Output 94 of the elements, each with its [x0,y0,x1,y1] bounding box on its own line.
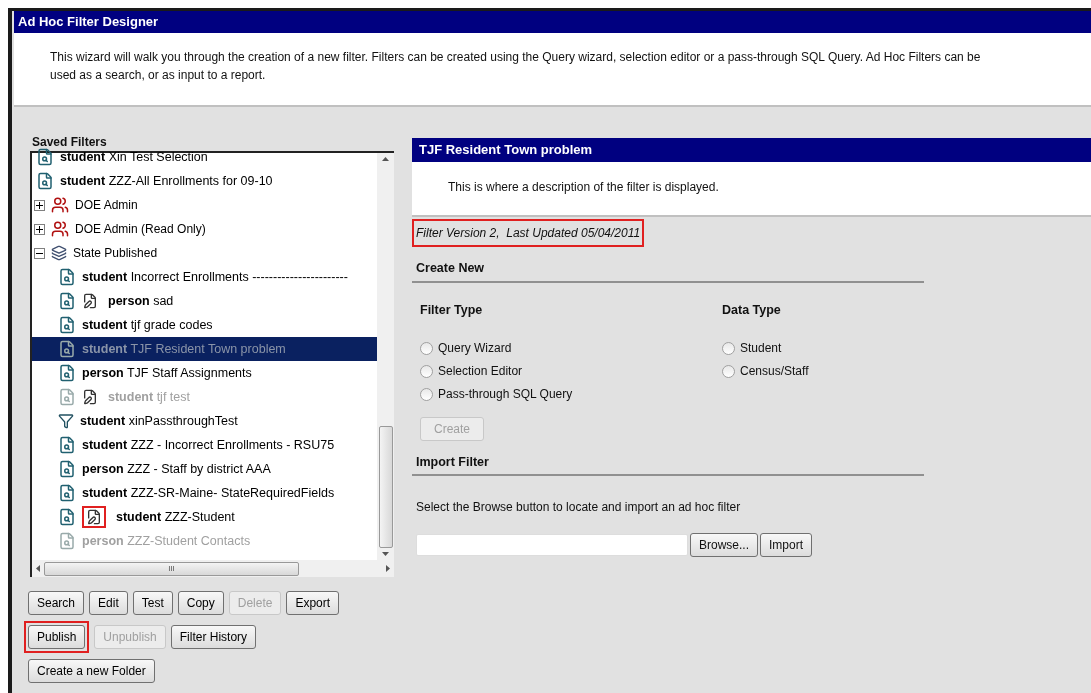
tree-item[interactable]: student Incorrect Enrollments ----------------------- [32,265,377,289]
tree-item[interactable]: State Published [32,241,377,265]
people-icon [51,196,69,214]
scroll-down-icon[interactable] [382,552,389,556]
scroll-right-icon[interactable] [386,565,390,572]
filter-name: student TJF Resident Town problem [82,340,286,358]
filter-name: student ZZZ-All Enrollments for 09-10 [60,172,273,190]
stacked-windows-icon [51,245,67,261]
action-button[interactable]: Export [286,591,340,615]
magnifier-document-icon [58,436,76,454]
magnifier-document-icon [58,340,76,358]
action-button[interactable]: Test [132,591,173,615]
import-button[interactable]: Import [760,533,813,558]
tree-item[interactable]: person TJF Staff Assignments [32,361,377,385]
magnifier-document-icon [58,388,76,406]
section-heading: Import Filter [412,452,924,477]
people-icon [51,220,69,238]
filter-name: person sad [107,292,174,310]
tree-item[interactable]: person ZZZ - Staff by district AAA [32,457,377,481]
magnifier-document-icon [58,316,76,334]
group-label: Data Type [722,301,782,319]
scroll-thumb[interactable]: III [44,561,299,576]
collapse-toggle[interactable] [34,247,45,259]
magnifier-document-icon [58,532,76,550]
scroll-left-icon[interactable] [36,565,40,572]
tree-item[interactable]: student ZZZ-All Enrollments for 09-10 [32,169,377,193]
edit-document-icon [86,509,102,525]
magnifier-document-icon [58,268,76,286]
tree-item[interactable]: student xinPassthroughTest [32,409,377,433]
version-text: Filter Version 2, Last Updated 05/04/2011 [412,219,645,247]
folder-name: DOE Admin (Read Only) [75,221,206,238]
filter-name: student ZZZ - Incorrect Enrollments - RSU75 [82,436,335,454]
scroll-thumb[interactable] [378,426,393,548]
tree-item[interactable]: DOE Admin [32,193,377,217]
radio-button[interactable] [722,364,735,378]
filter-name: student xinPassthroughTest [80,412,238,430]
scroll-up-icon[interactable] [382,157,389,161]
radio-button[interactable] [722,341,735,355]
funnel-icon [58,413,74,429]
vertical-scrollbar[interactable] [377,153,394,560]
tree-item[interactable]: student TJF Resident Town problem [32,337,377,361]
radio-button[interactable] [420,364,433,378]
radio-label: Census/Staff [740,363,809,380]
tree-item[interactable]: student ZZZ-Student [32,505,377,529]
file-path-field[interactable] [416,534,688,557]
action-button[interactable]: Copy [177,591,224,615]
group-label: Filter Type [420,301,484,319]
filter-name: student tjf grade codes [82,316,213,334]
filter-name: person TJF Staff Assignments [82,364,252,382]
browse-button[interactable]: Browse... [690,533,758,558]
action-button[interactable]: Search [28,591,85,615]
magnifier-document-icon [58,364,76,382]
action-button[interactable]: Filter History [170,625,257,649]
tree-item[interactable]: student tjf grade codes [32,313,377,337]
radio-label: Selection Editor [438,363,523,380]
tree-item[interactable]: student ZZZ - Incorrect Enrollments - RSU75 [32,433,377,457]
tree-item[interactable]: DOE Admin (Read Only) [32,217,377,241]
filter-name: student ZZZ-Student [115,508,235,526]
tree-item[interactable]: student ZZZ-SR-Maine- StateRequiredFields [32,481,377,505]
folder-name: DOE Admin [75,197,138,214]
panel-title: TJF Resident Town problem [412,138,1091,162]
magnifier-document-icon [58,484,76,502]
radio-button[interactable] [420,341,433,355]
magnifier-document-icon [58,508,76,526]
edit-document-icon [82,389,98,405]
expand-toggle[interactable] [34,199,45,211]
description-text: This is where a description of the filter is displayed. [448,179,720,196]
filter-name: person ZZZ-Student Contacts [82,532,251,550]
section-heading: Create New [412,259,924,283]
action-button[interactable]: Create a new Folder [28,659,155,683]
filter-name: person ZZZ - Staff by district AAA [82,460,271,478]
radio-label: Pass-through SQL Query [438,386,573,403]
folder-name: State Published [73,245,158,262]
horizontal-scrollbar[interactable]: III [32,560,394,577]
tree-item[interactable]: person sad [32,289,377,313]
action-button[interactable]: Publish [28,625,86,649]
edit-document-icon [82,293,98,309]
intro-text: This wizard will walk you through the creation of a new filter. Filters can be created using the Query wizard, selection editor or a pass-through SQL Query. Ad Hoc Filters can be used as a search, or as input to a report. [50,49,981,84]
import-instructions: Select the Browse button to locate and import an ad hoc filter [415,499,742,517]
filter-name: student Incorrect Enrollments ----------------------- [82,268,348,286]
expand-toggle[interactable] [34,223,45,235]
window-title: Ad Hoc Filter Designer [14,11,1091,33]
scroll-grip: III [168,562,175,575]
magnifier-document-icon [58,460,76,478]
radio-label: Student [740,340,782,357]
filter-name: student Xin Test Selection [60,148,208,166]
radio-label: Query Wizard [438,340,512,357]
magnifier-document-icon [36,172,54,190]
filter-name: student tjf test [107,388,190,406]
magnifier-document-icon [36,148,54,166]
action-button[interactable]: Edit [89,591,128,615]
radio-button[interactable] [420,387,433,401]
magnifier-document-icon [58,292,76,310]
filter-name: student ZZZ-SR-Maine- StateRequiredFields [82,484,335,502]
